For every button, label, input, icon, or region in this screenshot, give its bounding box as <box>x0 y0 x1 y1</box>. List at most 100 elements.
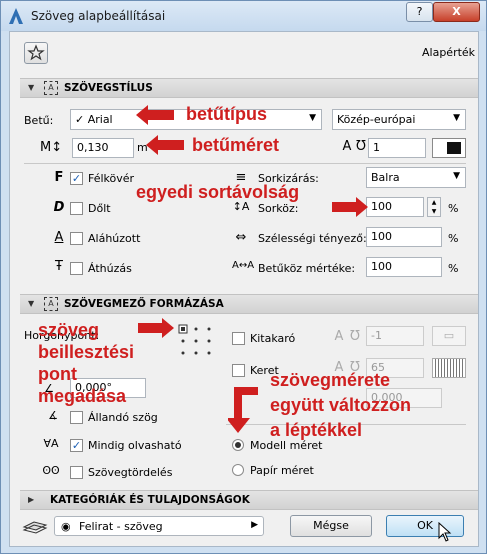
readable-checkbox[interactable]: ✓ <box>70 439 83 452</box>
favorites-button[interactable] <box>24 42 48 64</box>
justify-value: Balra <box>371 171 400 184</box>
annotation-scale-3: a léptékkel <box>270 420 363 440</box>
annotation-anchor-4: megadása <box>38 386 127 406</box>
width-factor-icon: ⇔ <box>235 230 247 245</box>
annotation-scale-2: együtt változzon <box>270 395 412 415</box>
fixed-angle-checkbox[interactable] <box>70 411 83 424</box>
frame-fill-checkbox[interactable] <box>232 332 245 345</box>
text-style-icon: A <box>44 81 58 95</box>
close-button[interactable]: X <box>433 2 480 22</box>
layer-value: Felirat - szöveg <box>79 520 163 533</box>
annotation-font-size: betűméret <box>192 135 280 155</box>
underline-label: Aláhúzott <box>88 232 141 245</box>
readable-icon: ∀A <box>43 437 59 450</box>
section-title: KATEGÓRIÁK ÉS TULAJDONSÁGOK <box>50 494 250 506</box>
strikethrough-checkbox[interactable] <box>70 262 83 275</box>
annotation-scale-1: szövegmérete <box>270 370 391 390</box>
justify-select[interactable]: Balra ▼ <box>366 167 466 188</box>
pct-label: % <box>448 202 459 215</box>
chevron-down-icon: ▼ <box>453 113 460 123</box>
chevron-down-icon: ▼ <box>453 171 460 181</box>
section-title: SZÖVEGMEZŐ FORMÁZÁSA <box>64 298 224 310</box>
italic-label: Dőlt <box>88 202 111 215</box>
fill-preview-button[interactable]: ▭ <box>432 326 466 346</box>
readable-label: Mindig olvasható <box>88 439 182 452</box>
annotation-anchor-2: beillesztési <box>38 342 135 362</box>
line-spacing-spinner[interactable]: ▲ ▼ <box>427 197 441 217</box>
collapse-icon: ▼ <box>28 83 35 92</box>
categories-section-header[interactable]: ▶ KATEGÓRIÁK ÉS TULAJDONSÁGOK <box>20 490 478 510</box>
bold-label: Félkövér <box>88 172 135 185</box>
eye-icon: ◉ <box>61 520 71 533</box>
line-spacing-label: Sorköz: <box>258 202 299 215</box>
text-frame-section-header[interactable]: ▼ A SZÖVEGMEZŐ FORMÁZÁSA <box>20 294 478 314</box>
default-label: Alapérték <box>422 46 476 59</box>
annotation-font-type: betűtípus <box>186 104 267 124</box>
letter-spacing-icon: A↔A <box>232 260 255 271</box>
bold-icon: F <box>54 170 64 185</box>
text-wrap-label: Szövegtördelés <box>88 466 173 479</box>
text-wrap-checkbox[interactable] <box>70 466 83 479</box>
annotation-arrow-anchor <box>138 318 174 338</box>
line-spacing-input[interactable]: 100 <box>366 197 424 217</box>
star-icon <box>27 44 45 61</box>
bold-checkbox[interactable]: ✓ <box>70 172 83 185</box>
encoding-value: Közép-európai <box>337 113 416 126</box>
frame-fill-label: Kitakaró <box>250 332 296 345</box>
archicad-app-icon <box>9 8 23 24</box>
width-factor-label: Szélességi tényező: <box>258 232 367 245</box>
border-pattern-swatch[interactable] <box>432 358 466 378</box>
model-size-radio[interactable] <box>232 439 244 451</box>
chevron-right-icon: ▶ <box>251 520 258 530</box>
paper-size-label: Papír méret <box>250 464 314 477</box>
italic-icon: D <box>53 200 65 215</box>
fixed-angle-label: Állandó szög <box>88 411 158 424</box>
encoding-select[interactable]: Közép-európai ▼ <box>332 109 466 130</box>
strikethrough-icon: Ŧ <box>55 259 63 274</box>
text-wrap-icon: ʘʘ <box>42 464 60 477</box>
letter-spacing-label: Betűköz mértéke: <box>258 262 356 275</box>
fixed-angle-icon: ∡ <box>48 409 58 422</box>
letter-spacing-input[interactable]: 100 <box>366 257 442 277</box>
annotation-arrow-scale <box>228 387 258 433</box>
annotation-line-spacing: egyedi sortávolság <box>136 182 300 202</box>
model-size-label: Modell méret <box>250 439 323 452</box>
window-title: Szöveg alapbeállításai <box>31 9 166 23</box>
annotation-arrow-font <box>136 105 174 125</box>
title-bar: Szöveg alapbeállításai ? X <box>1 1 486 31</box>
text-style-section-header[interactable]: ▼ A SZÖVEGSTÍLUS <box>20 78 478 98</box>
font-label: Betű: <box>24 114 54 127</box>
divider <box>24 163 466 164</box>
dialog-window: Szöveg alapbeállításai ? X Alapérték ▼ A… <box>0 0 487 554</box>
underline-icon: A <box>54 230 64 245</box>
expand-icon: ▶ <box>28 495 35 504</box>
width-factor-input[interactable]: 100 <box>366 227 442 247</box>
help-button[interactable]: ? <box>406 2 433 22</box>
anchor-point-grid[interactable] <box>178 324 214 358</box>
font-value: ✓ Arial <box>75 113 113 126</box>
layer-icon <box>22 521 48 534</box>
pct-label: % <box>448 262 459 275</box>
border-checkbox[interactable] <box>232 364 245 377</box>
strikethrough-label: Áthúzás <box>88 262 132 275</box>
underline-checkbox[interactable] <box>70 232 83 245</box>
fill-pen-weight-icon: Ʊ <box>350 329 360 344</box>
fill-pen-input[interactable]: -1 <box>366 326 424 346</box>
italic-checkbox[interactable] <box>70 202 83 215</box>
text-size-icon: M↕ <box>40 140 63 155</box>
ok-button[interactable]: OK <box>386 515 464 537</box>
annotation-arrow-size <box>146 135 184 155</box>
chevron-down-icon: ▼ <box>309 113 316 123</box>
pct-label: % <box>448 232 459 245</box>
collapse-icon: ▼ <box>28 299 35 308</box>
section-title: SZÖVEGSTÍLUS <box>64 82 153 94</box>
cancel-button[interactable]: Mégse <box>290 515 372 537</box>
pen-input[interactable]: 1 <box>368 138 426 158</box>
mouse-cursor-icon <box>438 522 452 542</box>
text-size-input[interactable]: 0,130 <box>72 138 134 158</box>
pen-color-swatch[interactable] <box>432 138 466 158</box>
annotation-arrow-spacing <box>332 197 368 217</box>
annotation-anchor-1: szöveg <box>38 320 100 340</box>
layer-select[interactable]: ◉ Felirat - szöveg ▶ <box>54 516 264 536</box>
paper-size-radio[interactable] <box>232 464 244 476</box>
